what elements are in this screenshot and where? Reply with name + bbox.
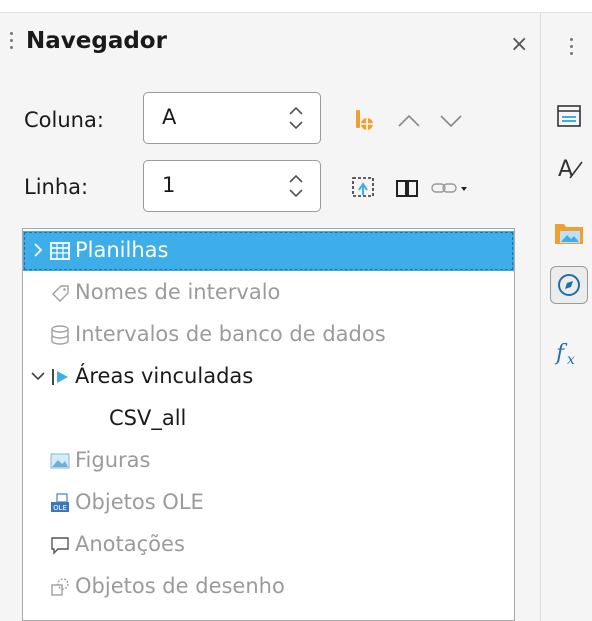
functions-icon[interactable]: f x	[550, 332, 588, 370]
spin-arrows-icon[interactable]	[286, 171, 306, 201]
ole-icon: OLE	[51, 493, 69, 512]
tree-item-figuras[interactable]: Figuras	[23, 441, 514, 481]
contents-book-icon[interactable]	[394, 176, 420, 200]
database-icon	[51, 325, 69, 345]
close-icon[interactable]: ×	[510, 34, 528, 56]
tree-item-label: Intervalos de banco de dados	[75, 322, 386, 346]
previous-arrow-icon[interactable]	[394, 109, 424, 133]
tree-item-csv-all[interactable]: CSV_all	[23, 399, 514, 439]
comment-icon	[51, 537, 69, 555]
svg-text:x: x	[567, 352, 575, 368]
linked-area-icon	[52, 369, 68, 385]
chevron-right-icon[interactable]	[29, 241, 47, 259]
spin-arrows-icon[interactable]	[286, 103, 306, 133]
row-label: Linha:	[24, 175, 89, 199]
tree-item-label: Objetos de desenho	[75, 574, 285, 598]
navigator-deck-button[interactable]	[550, 266, 588, 304]
chevron-down-icon[interactable]	[29, 367, 47, 385]
table-icon	[50, 242, 70, 260]
tree-item-nomes-de-intervalo[interactable]: Nomes de intervalo	[23, 273, 514, 313]
navigator-tree[interactable]: Planilhas Nomes de intervalo Intervalos …	[22, 228, 515, 621]
svg-text:f: f	[554, 341, 568, 366]
tree-item-objetos-ole[interactable]: OLE Objetos OLE	[23, 483, 514, 523]
tree-item-label: Nomes de intervalo	[75, 280, 281, 304]
tree-item-label: Áreas vinculadas	[75, 364, 254, 388]
row-value[interactable]: 1	[162, 173, 175, 197]
data-range-icon[interactable]	[350, 107, 380, 135]
tree-item-label: CSV_all	[109, 406, 187, 430]
tree-item-anotacoes[interactable]: Anotações	[23, 525, 514, 565]
tree-item-label: Planilhas	[75, 238, 169, 262]
gallery-icon[interactable]	[550, 214, 588, 252]
column-spinbox[interactable]: A	[143, 92, 321, 144]
top-strip	[0, 0, 592, 13]
tree-item-planilhas[interactable]: Planilhas	[23, 231, 514, 271]
toggle-icon[interactable]	[350, 175, 378, 201]
column-value[interactable]: A	[162, 105, 176, 129]
compass-icon	[558, 274, 580, 296]
tree-item-label: Anotações	[75, 532, 185, 556]
column-label: Coluna:	[24, 108, 104, 132]
panel-title: Navegador	[26, 28, 167, 54]
next-arrow-icon[interactable]	[436, 109, 466, 133]
properties-icon[interactable]	[550, 97, 588, 135]
tree-item-label: Objetos OLE	[75, 490, 204, 514]
svg-text:OLE: OLE	[53, 504, 67, 512]
image-icon	[50, 453, 70, 469]
tree-item-label: Figuras	[75, 448, 151, 472]
link-icon[interactable]	[430, 180, 470, 196]
styles-icon[interactable]: A	[550, 148, 588, 186]
tree-item-areas-vinculadas[interactable]: Áreas vinculadas	[23, 357, 514, 397]
tag-icon	[52, 285, 69, 302]
drawing-icon	[51, 578, 69, 596]
deck-menu-icon[interactable]	[570, 38, 573, 55]
tree-item-objetos-de-desenho[interactable]: Objetos de desenho	[23, 567, 514, 607]
row-spinbox[interactable]: 1	[143, 160, 321, 212]
drag-grip-icon[interactable]	[10, 32, 13, 54]
tree-item-intervalos-banco-dados[interactable]: Intervalos de banco de dados	[23, 315, 514, 355]
